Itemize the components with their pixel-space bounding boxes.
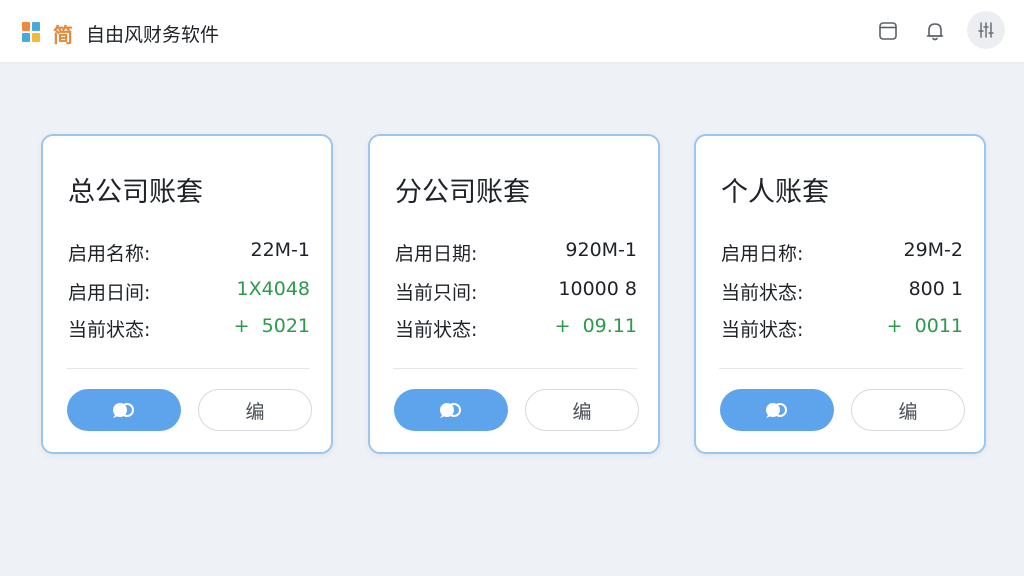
info-row: 启用日称: 29M-2 <box>721 239 963 265</box>
app-logo-icon <box>22 22 42 42</box>
row-value: + 0011 <box>886 315 963 337</box>
account-set-card: 分公司账套 启用日期: 920M-1 当前只间: 10000 8 当前状态: +… <box>368 134 660 454</box>
chat-bubbles-icon <box>766 403 787 418</box>
row-value: 22M-1 <box>250 239 310 261</box>
chat-bubbles-icon <box>440 403 461 418</box>
row-label: 当前状态: <box>721 319 804 341</box>
row-value: 10000 8 <box>558 278 637 300</box>
info-row: 当前状态: + 09.11 <box>395 315 637 341</box>
info-row: 启用日间: 1X4048 <box>68 278 310 304</box>
row-value: 800 1 <box>908 278 963 300</box>
settings-sliders-icon[interactable] <box>967 11 1005 49</box>
info-row: 当前状态: + 0011 <box>721 315 963 341</box>
top-bar: 简 自由风财务软件 <box>0 0 1024 62</box>
row-value: + 5021 <box>233 315 310 337</box>
app-title: 自由风财务软件 <box>86 24 220 46</box>
enter-button[interactable] <box>67 389 181 431</box>
row-label: 启用日间: <box>68 282 151 304</box>
row-label: 启用日期: <box>395 243 478 265</box>
edit-button[interactable]: 编 <box>525 389 639 431</box>
row-value: 29M-2 <box>903 239 963 261</box>
row-label: 启用日称: <box>721 243 804 265</box>
info-row: 启用名称: 22M-1 <box>68 239 310 265</box>
divider <box>66 368 310 369</box>
edit-button[interactable]: 编 <box>851 389 965 431</box>
bell-icon[interactable] <box>922 18 948 44</box>
row-value: 920M-1 <box>565 239 637 261</box>
row-value: + 09.11 <box>554 315 637 337</box>
card-title: 分公司账套 <box>395 177 530 208</box>
info-row: 当前状态: 800 1 <box>721 278 963 304</box>
chat-bubbles-icon <box>113 403 134 418</box>
enter-button[interactable] <box>394 389 508 431</box>
row-label: 当前状态: <box>68 319 151 341</box>
info-row: 启用日期: 920M-1 <box>395 239 637 265</box>
row-label: 启用名称: <box>68 243 151 265</box>
row-label: 当前只间: <box>395 282 478 304</box>
info-row: 当前只间: 10000 8 <box>395 278 637 304</box>
info-row: 当前状态: + 5021 <box>68 315 310 341</box>
card-title: 总公司账套 <box>68 177 203 208</box>
row-label: 当前状态: <box>721 282 804 304</box>
enter-button[interactable] <box>720 389 834 431</box>
window-icon[interactable] <box>875 18 901 44</box>
edit-button[interactable]: 编 <box>198 389 312 431</box>
brand-mark: 简 <box>53 23 73 47</box>
row-label: 当前状态: <box>395 319 478 341</box>
divider <box>719 368 963 369</box>
account-set-card: 总公司账套 启用名称: 22M-1 启用日间: 1X4048 当前状态: + 5… <box>41 134 333 454</box>
divider <box>393 368 637 369</box>
account-set-card: 个人账套 启用日称: 29M-2 当前状态: 800 1 当前状态: + 001… <box>694 134 986 454</box>
card-title: 个人账套 <box>721 177 829 208</box>
row-value: 1X4048 <box>236 278 310 300</box>
